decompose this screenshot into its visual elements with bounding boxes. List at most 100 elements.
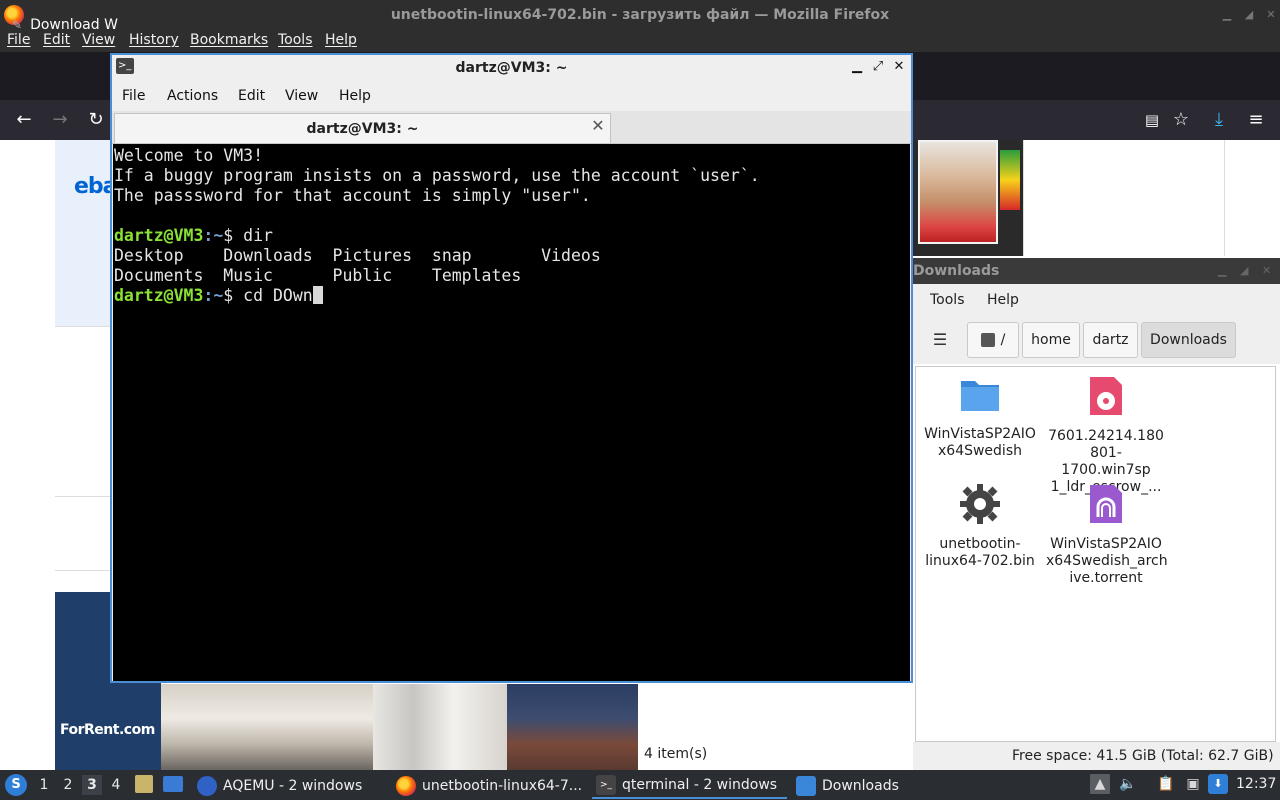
back-icon[interactable]: ← [12,108,36,132]
portrait-photo [918,140,998,244]
disc-image-icon [1090,377,1122,415]
file-item-torrent[interactable]: WinVistaSP2AIO x64Swedish_arch ive.torre… [1046,483,1168,587]
terminal-app-icon: >_ [116,58,134,74]
prompt-symbol: $ [223,226,244,245]
workspace-3[interactable]: 3 [82,775,102,795]
firefox-titlebar: unetbootin-linux64-702.bin - загрузить ф… [0,0,1280,30]
menu-history[interactable]: History [129,32,179,48]
menu-actions[interactable]: Actions [167,88,218,104]
menu-edit[interactable]: Edit [238,88,265,104]
clipboard-icon[interactable]: 📋 [1156,774,1176,794]
breadcrumb-home[interactable]: home [1022,322,1080,358]
minimize-icon[interactable]: ▁ [849,59,865,75]
downloads-icon[interactable]: ⤓ [1207,108,1231,132]
divider [55,326,115,327]
command-text: dir [243,226,273,245]
maximize-icon[interactable]: ◢ [1242,8,1256,22]
update-notifier-icon[interactable]: ⬇ [1208,774,1228,794]
firefox-tab[interactable]: ✎ Download W [4,8,124,42]
maximize-icon[interactable]: ⤢ [870,59,886,75]
network-icon[interactable]: ▣ [1183,774,1203,794]
task-label: qterminal - 2 windows [622,776,778,793]
terminal-icon: >_ [596,774,616,795]
file-view[interactable]: WinVistaSP2AIO x64Swedish 7601.24214.180… [915,366,1276,742]
breadcrumb-label: / [1000,332,1006,348]
prompt-path: :~ [203,286,224,305]
close-tab-icon[interactable]: ✕ [590,117,606,135]
clock[interactable]: 12:37 [1236,776,1276,792]
minimize-icon[interactable]: ▁ [1220,8,1234,22]
reader-view-icon[interactable]: ▤ [1140,108,1164,132]
task-qterminal[interactable]: >_ qterminal - 2 windows [592,772,787,799]
file-item-executable[interactable]: unetbootin-linux64-702.bin [920,483,1040,570]
firefox-menubar: File Edit View History Bookmarks Tools H… [0,30,1280,52]
list-view-icon[interactable]: ☰ [925,328,955,352]
file-item-folder[interactable]: WinVistaSP2AIO x64Swedish [920,375,1040,460]
folder-icon [796,775,816,796]
minimize-icon[interactable]: ▁ [1218,264,1226,277]
menu-tools[interactable]: Tools [930,292,965,308]
show-desktop-icon[interactable] [163,776,183,792]
task-label: unetbootin-linux64-7... [422,777,583,794]
item-count: 4 item(s) [644,746,708,762]
menu-view[interactable]: View [285,88,318,104]
task-label: AQEMU - 2 windows [223,777,363,794]
file-item-disc-image[interactable]: 7601.24214.180 801-1700.win7sp 1_ldr_esc… [1046,375,1166,496]
menu-bookmarks[interactable]: Bookmarks [190,32,268,48]
terminal-tab[interactable]: dartz@VM3: ~ [114,113,611,143]
flag-badge [1000,150,1020,210]
task-downloads[interactable]: Downloads [792,772,952,799]
breadcrumb-label: dartz [1092,332,1129,348]
prompt-user: dartz@VM3 [114,226,204,245]
hamburger-menu-icon[interactable]: ≡ [1244,108,1268,132]
volume-icon[interactable]: 🔈 [1118,774,1138,794]
start-menu-icon[interactable]: S [5,774,27,796]
file-manager-menubar: Tools Help [913,284,1280,318]
menu-help[interactable]: Help [987,292,1019,308]
page-panel [1023,140,1225,256]
file-name: unetbootin-linux64-702.bin [925,536,1035,569]
menu-help[interactable]: Help [339,88,371,104]
executable-gear-icon [960,484,1000,524]
terminal-title: dartz@VM3: ~ [455,60,568,76]
reload-icon[interactable]: ↻ [84,108,108,132]
tray-arrow-icon[interactable]: ▲ [1090,774,1110,794]
maximize-icon[interactable]: ◢ [1240,264,1248,277]
text-cursor [312,286,323,304]
terminal-prompt-line: dartz@VM3:~$ cd DOwn [114,286,909,306]
terminal-screen[interactable]: Welcome to VM3! If a buggy program insist… [113,144,910,681]
task-firefox[interactable]: unetbootin-linux64-7... [392,772,587,799]
workspace-1[interactable]: 1 [34,775,54,795]
drive-icon [980,333,995,347]
close-icon[interactable]: ✕ [1264,8,1278,22]
forward-icon[interactable]: → [48,108,72,132]
workspace-2[interactable]: 2 [58,775,78,795]
firefox-window-title: unetbootin-linux64-702.bin - загрузить ф… [390,7,890,23]
task-label: Downloads [822,777,899,794]
task-aqemu[interactable]: AQEMU - 2 windows [193,772,388,799]
breadcrumb-dartz[interactable]: dartz [1083,322,1138,358]
divider [55,570,115,571]
prompt-symbol: $ [223,286,244,305]
breadcrumb-downloads[interactable]: Downloads [1141,322,1236,358]
workspace-4[interactable]: 4 [106,775,126,795]
menu-help[interactable]: Help [325,32,357,48]
breadcrumb-label: Downloads [1150,332,1227,348]
breadcrumb-root[interactable]: / [967,322,1019,358]
close-icon[interactable]: ✕ [1262,264,1271,277]
file-name: WinVistaSP2AIO x64Swedish_arch ive.torre… [1046,536,1168,586]
tab-label: Download W [30,17,118,33]
bookmark-star-icon[interactable]: ☆ [1169,108,1193,132]
command-input[interactable]: cd DOwn [243,286,313,305]
terminal-line: If a buggy program insists on a password… [114,166,760,185]
close-icon[interactable]: ✕ [891,59,907,75]
download-tab-icon: ✎ [12,18,23,32]
kitchen-photo [161,684,373,770]
menu-file[interactable]: File [122,88,145,104]
firefox-icon [396,775,416,796]
file-manager-launcher-icon[interactable] [135,775,153,793]
ebay-ad[interactable] [55,140,115,326]
terminal-prompt-line: dartz@VM3:~$ dir [114,226,909,246]
menu-tools[interactable]: Tools [278,32,313,48]
